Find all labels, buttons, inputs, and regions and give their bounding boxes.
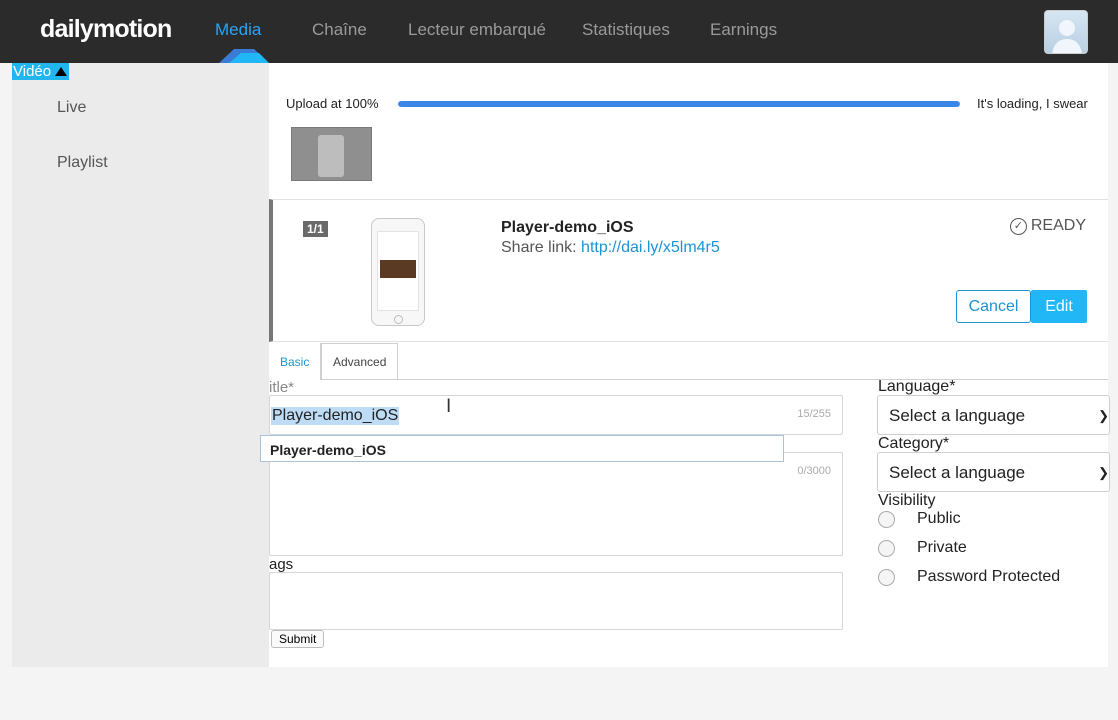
video-title: Player-demo_iOS <box>501 219 634 236</box>
language-select-value: Select a language <box>889 406 1026 425</box>
status-text: READY <box>1030 217 1086 234</box>
phone-screen <box>377 231 419 311</box>
video-menu-toggle[interactable]: Vidéo <box>12 63 70 80</box>
upload-status-label: Upload at 100% <box>286 96 379 111</box>
autocomplete-suggestion[interactable]: Player-demo_iOS <box>260 435 784 462</box>
nav-earnings[interactable]: Earnings <box>710 20 777 40</box>
description-textarea[interactable]: 0/3000 <box>269 452 843 556</box>
upload-thumbnail <box>291 127 372 181</box>
visibility-password-label: Password Protected <box>917 568 1061 585</box>
category-select-value: Select a language <box>889 463 1026 482</box>
nav-lecteur-embarque[interactable]: Lecteur embarqué <box>408 20 546 40</box>
tags-label: ags <box>269 556 294 573</box>
tabs-divider <box>269 379 1108 380</box>
category-label: Category* <box>878 435 950 452</box>
visibility-public-label: Public <box>917 510 961 527</box>
radio-button[interactable] <box>878 510 895 528</box>
triangle-up-icon <box>55 67 68 76</box>
sidebar-item-playlist[interactable]: Playlist <box>57 154 108 172</box>
visibility-option-password[interactable]: Password Protected <box>878 568 1060 586</box>
loading-note: It's loading, I swear <box>977 96 1088 111</box>
visibility-option-public[interactable]: Public <box>878 510 961 528</box>
text-cursor-icon: I <box>446 396 452 417</box>
nav-chaine[interactable]: Chaîne <box>312 20 367 40</box>
title-input[interactable]: Player-demo_iOS 15/255 <box>269 395 843 435</box>
main-panel: Upload at 100% It's loading, I swear 1/1… <box>260 63 1110 667</box>
language-select[interactable]: Select a language ❯ <box>877 395 1110 435</box>
cancel-button[interactable]: Cancel <box>956 290 1031 323</box>
chevron-down-icon: ❯ <box>1098 465 1109 480</box>
user-avatar[interactable] <box>1044 10 1088 54</box>
radio-button[interactable] <box>878 568 895 586</box>
title-label: itle* <box>269 379 295 396</box>
video-counter-badge: 1/1 <box>303 221 328 237</box>
video-menu-label: Vidéo <box>13 63 52 80</box>
category-select[interactable]: Select a language ❯ <box>877 452 1110 492</box>
sidebar-item-live[interactable]: Live <box>57 99 86 117</box>
tab-basic[interactable]: Basic <box>269 343 322 380</box>
phone-preview-image <box>318 135 344 177</box>
title-char-count: 15/255 <box>797 408 831 420</box>
share-row: Share link: http://dai.ly/x5lm4r5 <box>501 239 720 257</box>
sidebar: Vidéo Live Playlist <box>12 63 269 667</box>
user-silhouette-icon <box>1052 20 1082 53</box>
nav-statistiques[interactable]: Statistiques <box>582 20 670 40</box>
visibility-label: Visibility <box>878 492 936 509</box>
visibility-private-label: Private <box>917 539 967 556</box>
status-badge: ✓ READY <box>1009 217 1086 235</box>
title-input-value: Player-demo_iOS <box>271 407 400 425</box>
phone-home-button <box>394 315 403 324</box>
nav-media[interactable]: Media <box>215 20 261 40</box>
submit-button[interactable]: Submit <box>271 630 325 648</box>
upload-progress-bar <box>398 101 960 107</box>
tab-advanced[interactable]: Advanced <box>321 343 399 380</box>
video-card: 1/1 Player-demo_iOS Share link: http://d… <box>269 199 1108 342</box>
radio-button[interactable] <box>878 539 895 557</box>
dailymotion-logo[interactable]: dailymotion <box>40 15 172 44</box>
video-thumbnail <box>371 218 425 326</box>
share-link[interactable]: http://dai.ly/x5lm4r5 <box>581 239 720 256</box>
language-label: Language* <box>878 378 956 395</box>
chevron-down-icon: ❯ <box>1098 408 1109 423</box>
description-char-count: 0/3000 <box>797 465 831 477</box>
phone-screen-image <box>380 260 416 278</box>
top-navigation-bar: dailymotion Media Chaîne Lecteur embarqu… <box>0 0 1118 63</box>
upload-progress-fill <box>398 101 960 107</box>
active-nav-indicator <box>219 49 269 63</box>
visibility-option-private[interactable]: Private <box>878 539 967 557</box>
share-label: Share link: <box>501 239 577 256</box>
edit-button[interactable]: Edit <box>1031 290 1087 323</box>
tags-input[interactable] <box>269 572 843 630</box>
check-circle-icon: ✓ <box>1009 217 1027 235</box>
